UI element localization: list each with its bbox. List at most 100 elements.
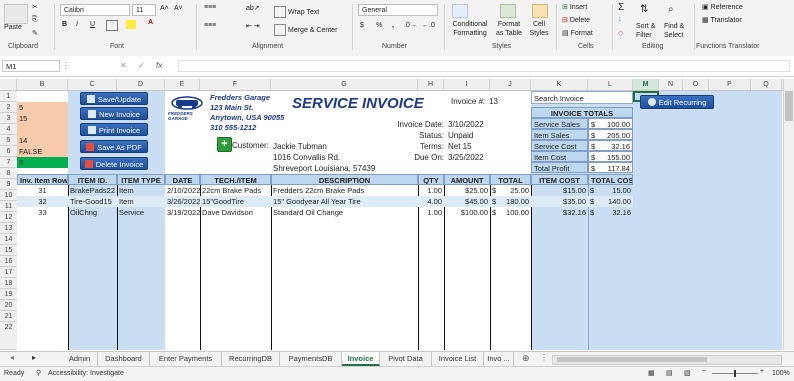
zoom-level[interactable]: 100% bbox=[772, 370, 790, 377]
cell-b5[interactable]: 14 bbox=[17, 135, 68, 146]
wrap-text-button[interactable]: Wrap Text bbox=[274, 6, 319, 18]
name-box[interactable]: M1 bbox=[2, 60, 60, 72]
column-header[interactable]: C bbox=[68, 79, 117, 90]
cell-b7[interactable]: 3 bbox=[17, 157, 68, 168]
cell-b6[interactable]: FALSE bbox=[17, 146, 68, 157]
format-button[interactable]: ▤ Format bbox=[562, 29, 593, 37]
new-invoice-button[interactable]: New Invoice bbox=[80, 107, 148, 120]
find-select-button[interactable]: Find & Select bbox=[664, 22, 694, 40]
vertical-scrollbar[interactable] bbox=[783, 79, 794, 350]
merge-center-button[interactable]: Merge & Center bbox=[274, 24, 337, 36]
column-header[interactable]: I bbox=[444, 79, 490, 90]
row-header[interactable]: 18 bbox=[0, 278, 17, 289]
row-header[interactable]: 22 bbox=[0, 322, 17, 350]
horizontal-scrollbar[interactable] bbox=[552, 355, 782, 365]
clear-icon[interactable]: ◇ bbox=[618, 29, 623, 37]
autosum-button[interactable]: Σ bbox=[618, 2, 624, 13]
font-name-select[interactable]: Calibri bbox=[60, 4, 130, 16]
tab-recurringdb[interactable]: RecurringDB bbox=[222, 352, 280, 366]
row-header[interactable]: 3 bbox=[0, 113, 17, 124]
currency-button[interactable]: $ bbox=[360, 22, 364, 29]
align-left-icon[interactable]: ≡ ≡ ≡ bbox=[204, 22, 216, 29]
save-pdf-button[interactable]: Save As PDF bbox=[80, 140, 148, 153]
tab-enter-payments[interactable]: Enter Payments bbox=[150, 352, 222, 366]
paste-button[interactable]: Paste bbox=[4, 24, 22, 31]
column-header[interactable]: P bbox=[709, 79, 751, 90]
cut-icon[interactable]: ✂ bbox=[32, 3, 38, 11]
invoice-number[interactable]: 13 bbox=[489, 97, 498, 106]
column-header[interactable]: G bbox=[271, 79, 418, 90]
reference-button[interactable]: ▣ Reference bbox=[702, 3, 743, 11]
format-painter-icon[interactable]: ✎ bbox=[32, 29, 38, 37]
column-header[interactable]: Q bbox=[751, 79, 782, 90]
bold-button[interactable]: B bbox=[62, 21, 67, 28]
fill-color-icon[interactable] bbox=[126, 20, 136, 29]
edit-recurring-button[interactable]: Edit Recurring bbox=[640, 95, 714, 109]
conditional-formatting-icon[interactable] bbox=[452, 4, 468, 18]
tab-invoice[interactable]: Invoice bbox=[342, 352, 380, 366]
row-header[interactable]: 13 bbox=[0, 223, 17, 234]
paste-icon[interactable] bbox=[4, 4, 28, 24]
row-header[interactable]: 10 bbox=[0, 190, 17, 201]
column-header[interactable]: N bbox=[659, 79, 683, 90]
tab-admin[interactable]: Admin bbox=[62, 352, 98, 366]
invoice-terms[interactable]: Net 15 bbox=[448, 141, 484, 152]
delete-button[interactable]: ⊟ Delete bbox=[562, 16, 590, 24]
fill-icon[interactable]: ↓ bbox=[618, 16, 622, 23]
accessibility-status[interactable]: Accessibility: Investigate bbox=[48, 370, 124, 377]
column-header[interactable]: E bbox=[165, 79, 200, 90]
row-header[interactable]: 9 bbox=[0, 179, 17, 190]
decrease-decimal-icon[interactable]: ←.0 bbox=[422, 22, 435, 29]
row-header[interactable]: 7 bbox=[0, 157, 17, 168]
cell-b3[interactable]: 15 bbox=[17, 113, 68, 124]
row-header[interactable]: 16 bbox=[0, 256, 17, 267]
select-all-corner[interactable] bbox=[0, 79, 17, 90]
tab-dashboard[interactable]: Dashboard bbox=[98, 352, 150, 366]
cell-b4[interactable] bbox=[17, 124, 68, 135]
invoice-status[interactable]: Unpaid bbox=[448, 130, 484, 141]
column-header-selected[interactable]: M bbox=[633, 79, 659, 90]
tab-invo-truncated[interactable]: Invo ... bbox=[484, 352, 514, 366]
scroll-left-icon[interactable]: ◂ bbox=[10, 353, 14, 362]
column-header[interactable]: D bbox=[117, 79, 165, 90]
row-header[interactable]: 17 bbox=[0, 267, 17, 278]
normal-view-icon[interactable]: ▦ bbox=[648, 369, 655, 377]
cell-styles-icon[interactable] bbox=[532, 4, 548, 18]
column-header[interactable]: H bbox=[418, 79, 444, 90]
add-sheet-icon[interactable]: ⊕ bbox=[522, 353, 530, 364]
zoom-slider-handle[interactable] bbox=[734, 370, 736, 377]
accessibility-icon[interactable]: ⚲ bbox=[36, 369, 41, 377]
shrink-font-icon[interactable]: A˅ bbox=[174, 5, 183, 12]
chevron-down-icon[interactable]: ⋮ bbox=[62, 61, 70, 70]
font-color-icon[interactable]: A bbox=[148, 19, 153, 26]
save-update-button[interactable]: Save/Update bbox=[80, 92, 148, 105]
scroll-right-icon[interactable]: ▸ bbox=[32, 353, 36, 362]
align-top-icon[interactable]: ≡ ≡ ≡ bbox=[204, 4, 216, 11]
row-header[interactable]: 4 bbox=[0, 124, 17, 135]
row-header[interactable]: 1 bbox=[0, 91, 17, 102]
underline-button[interactable]: U bbox=[90, 21, 95, 28]
row-header[interactable]: 6 bbox=[0, 146, 17, 157]
row-header[interactable]: 8 bbox=[0, 168, 17, 179]
row-header[interactable]: 11 bbox=[0, 201, 17, 212]
tab-pivot-data[interactable]: Pivot Data bbox=[380, 352, 432, 366]
zoom-in-icon[interactable]: + bbox=[760, 368, 764, 375]
cell-styles-button[interactable]: Cell Styles bbox=[528, 20, 550, 38]
column-header[interactable]: B bbox=[17, 79, 68, 90]
table-row[interactable]: 32 Tire-Good15 Item 3/26/2022 15"GoodTir… bbox=[17, 196, 633, 207]
invoice-date[interactable]: 3/10/2022 bbox=[448, 119, 484, 130]
row-header[interactable]: 12 bbox=[0, 212, 17, 223]
column-header[interactable]: J bbox=[490, 79, 531, 90]
scrollbar-thumb[interactable] bbox=[785, 91, 793, 121]
font-size-select[interactable]: 11 bbox=[132, 4, 156, 16]
formula-input[interactable] bbox=[178, 60, 790, 72]
italic-button[interactable]: I bbox=[76, 21, 78, 28]
copy-icon[interactable]: ⎘ bbox=[32, 16, 38, 24]
row-header[interactable]: 15 bbox=[0, 245, 17, 256]
row-header[interactable]: 2 bbox=[0, 102, 17, 113]
enter-icon[interactable]: ✓ bbox=[138, 61, 145, 70]
column-header[interactable]: F bbox=[200, 79, 271, 90]
comma-button[interactable]: , bbox=[392, 22, 394, 29]
translator-button[interactable]: ▦ Translator bbox=[702, 16, 742, 24]
page-layout-icon[interactable]: ▤ bbox=[666, 369, 673, 377]
